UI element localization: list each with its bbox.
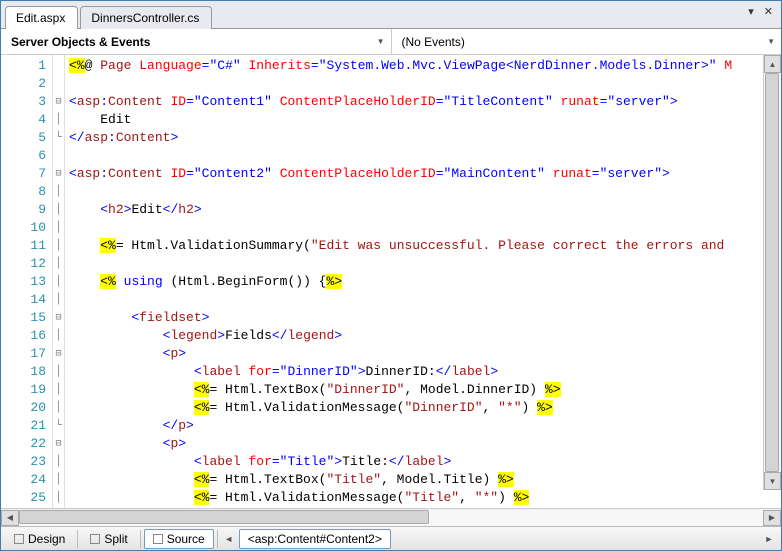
object-event-bar: Server Objects & Events ▼ (No Events) ▼ <box>1 29 781 55</box>
design-icon <box>14 534 24 544</box>
outline-line: │ <box>53 471 64 489</box>
outline-line: └ <box>53 417 64 435</box>
outline-line: │ <box>53 381 64 399</box>
outline-line: │ <box>53 453 64 471</box>
events-dropdown[interactable]: (No Events) ▼ <box>392 29 782 54</box>
scroll-down-icon[interactable]: ▼ <box>764 472 781 490</box>
collapse-icon[interactable]: ⊟ <box>53 165 64 183</box>
outline-line: │ <box>53 183 64 201</box>
code-line[interactable]: <%= Html.ValidationMessage("Title", "*")… <box>69 489 781 507</box>
split-view-button[interactable]: Split <box>81 529 136 549</box>
outline-line: │ <box>53 363 64 381</box>
status-bar: Design Split Source ◄ <asp:Content#Conte… <box>1 526 781 550</box>
separator <box>217 530 218 548</box>
code-line[interactable]: <legend>Fields</legend> <box>69 327 781 345</box>
code-line[interactable] <box>69 75 781 93</box>
tab-close-icon[interactable]: ✕ <box>762 5 775 18</box>
code-line[interactable]: <%@ Page Language="C#" Inherits="System.… <box>69 57 781 75</box>
chevron-down-icon: ▼ <box>767 37 775 46</box>
breadcrumb-prev-button[interactable]: ◄ <box>221 531 237 547</box>
outline-margin[interactable]: ⊟│└⊟│││││││⊟│⊟│││└⊟│││└ <box>53 55 65 508</box>
design-view-button[interactable]: Design <box>5 529 74 549</box>
code-line[interactable]: <%= Html.TextBox("DinnerID", Model.Dinne… <box>69 381 781 399</box>
outline-line: │ <box>53 237 64 255</box>
code-editor[interactable]: 1234567891011121314151617181920212223242… <box>1 55 781 508</box>
outline-empty <box>53 147 64 165</box>
outline-line: │ <box>53 291 64 309</box>
code-line[interactable]: Edit <box>69 111 781 129</box>
code-line[interactable]: <% using (Html.BeginForm()) {%> <box>69 273 781 291</box>
code-line[interactable]: <p> <box>69 435 781 453</box>
tab-list-dropdown-icon[interactable]: ▾ <box>746 5 756 18</box>
code-line[interactable] <box>69 183 781 201</box>
breadcrumb-next-button[interactable]: ► <box>761 531 777 547</box>
outline-line: └ <box>53 129 64 147</box>
scrollbar-track[interactable] <box>19 510 763 526</box>
outline-empty <box>53 75 64 93</box>
code-line[interactable]: <%= Html.ValidationSummary("Edit was uns… <box>69 237 781 255</box>
code-line[interactable]: <fieldset> <box>69 309 781 327</box>
code-line[interactable]: <%= Html.ValidationMessage("DinnerID", "… <box>69 399 781 417</box>
scroll-up-icon[interactable]: ▲ <box>764 55 781 73</box>
outline-line: │ <box>53 399 64 417</box>
objects-dropdown[interactable]: Server Objects & Events ▼ <box>1 29 392 54</box>
code-line[interactable]: <asp:Content ID="Content1" ContentPlaceH… <box>69 93 781 111</box>
separator <box>77 530 78 548</box>
tab-bar: Edit.aspxDinnersController.cs ▾ ✕ <box>1 1 781 29</box>
code-line[interactable]: <label for="DinnerID">DinnerID:</label> <box>69 363 781 381</box>
outline-line: │ <box>53 255 64 273</box>
scrollbar-track[interactable] <box>764 73 781 472</box>
scroll-left-icon[interactable]: ◀ <box>1 510 19 526</box>
outline-empty <box>53 57 64 75</box>
file-tab[interactable]: DinnersController.cs <box>80 6 212 29</box>
code-line[interactable] <box>69 219 781 237</box>
vertical-scrollbar[interactable]: ▲ ▼ <box>763 55 781 490</box>
outline-line: │ <box>53 219 64 237</box>
collapse-icon[interactable]: ⊟ <box>53 345 64 363</box>
outline-line: │ <box>53 327 64 345</box>
code-line[interactable]: <asp:Content ID="Content2" ContentPlaceH… <box>69 165 781 183</box>
code-line[interactable]: <h2>Edit</h2> <box>69 201 781 219</box>
code-line[interactable]: </p> <box>69 417 781 435</box>
scrollbar-thumb[interactable] <box>19 510 429 524</box>
line-number-gutter: 1234567891011121314151617181920212223242… <box>1 55 53 508</box>
collapse-icon[interactable]: ⊟ <box>53 309 64 327</box>
split-icon <box>90 534 100 544</box>
code-line[interactable]: <%= Html.TextBox("Title", Model.Title) %… <box>69 471 781 489</box>
breadcrumb-item[interactable]: <asp:Content#Content2> <box>239 529 391 549</box>
events-dropdown-label: (No Events) <box>402 35 465 49</box>
code-line[interactable] <box>69 255 781 273</box>
collapse-icon[interactable]: ⊟ <box>53 93 64 111</box>
code-area[interactable]: <%@ Page Language="C#" Inherits="System.… <box>65 55 781 508</box>
code-line[interactable]: </asp:Content> <box>69 129 781 147</box>
code-line[interactable] <box>69 147 781 165</box>
outline-line: │ <box>53 273 64 291</box>
code-line[interactable] <box>69 291 781 309</box>
scrollbar-thumb[interactable] <box>765 73 779 472</box>
objects-dropdown-label: Server Objects & Events <box>11 35 150 49</box>
outline-line: │ <box>53 111 64 129</box>
source-view-button[interactable]: Source <box>144 529 214 549</box>
collapse-icon[interactable]: ⊟ <box>53 435 64 453</box>
source-icon <box>153 534 163 544</box>
separator <box>140 530 141 548</box>
code-line[interactable]: <p> <box>69 345 781 363</box>
code-line[interactable]: <label for="Title">Title:</label> <box>69 453 781 471</box>
chevron-down-icon: ▼ <box>377 37 385 46</box>
outline-line: │ <box>53 201 64 219</box>
file-tab[interactable]: Edit.aspx <box>5 6 78 29</box>
horizontal-scrollbar[interactable]: ◀ ▶ <box>1 508 781 526</box>
scroll-right-icon[interactable]: ▶ <box>763 510 781 526</box>
outline-line: │ <box>53 489 64 507</box>
